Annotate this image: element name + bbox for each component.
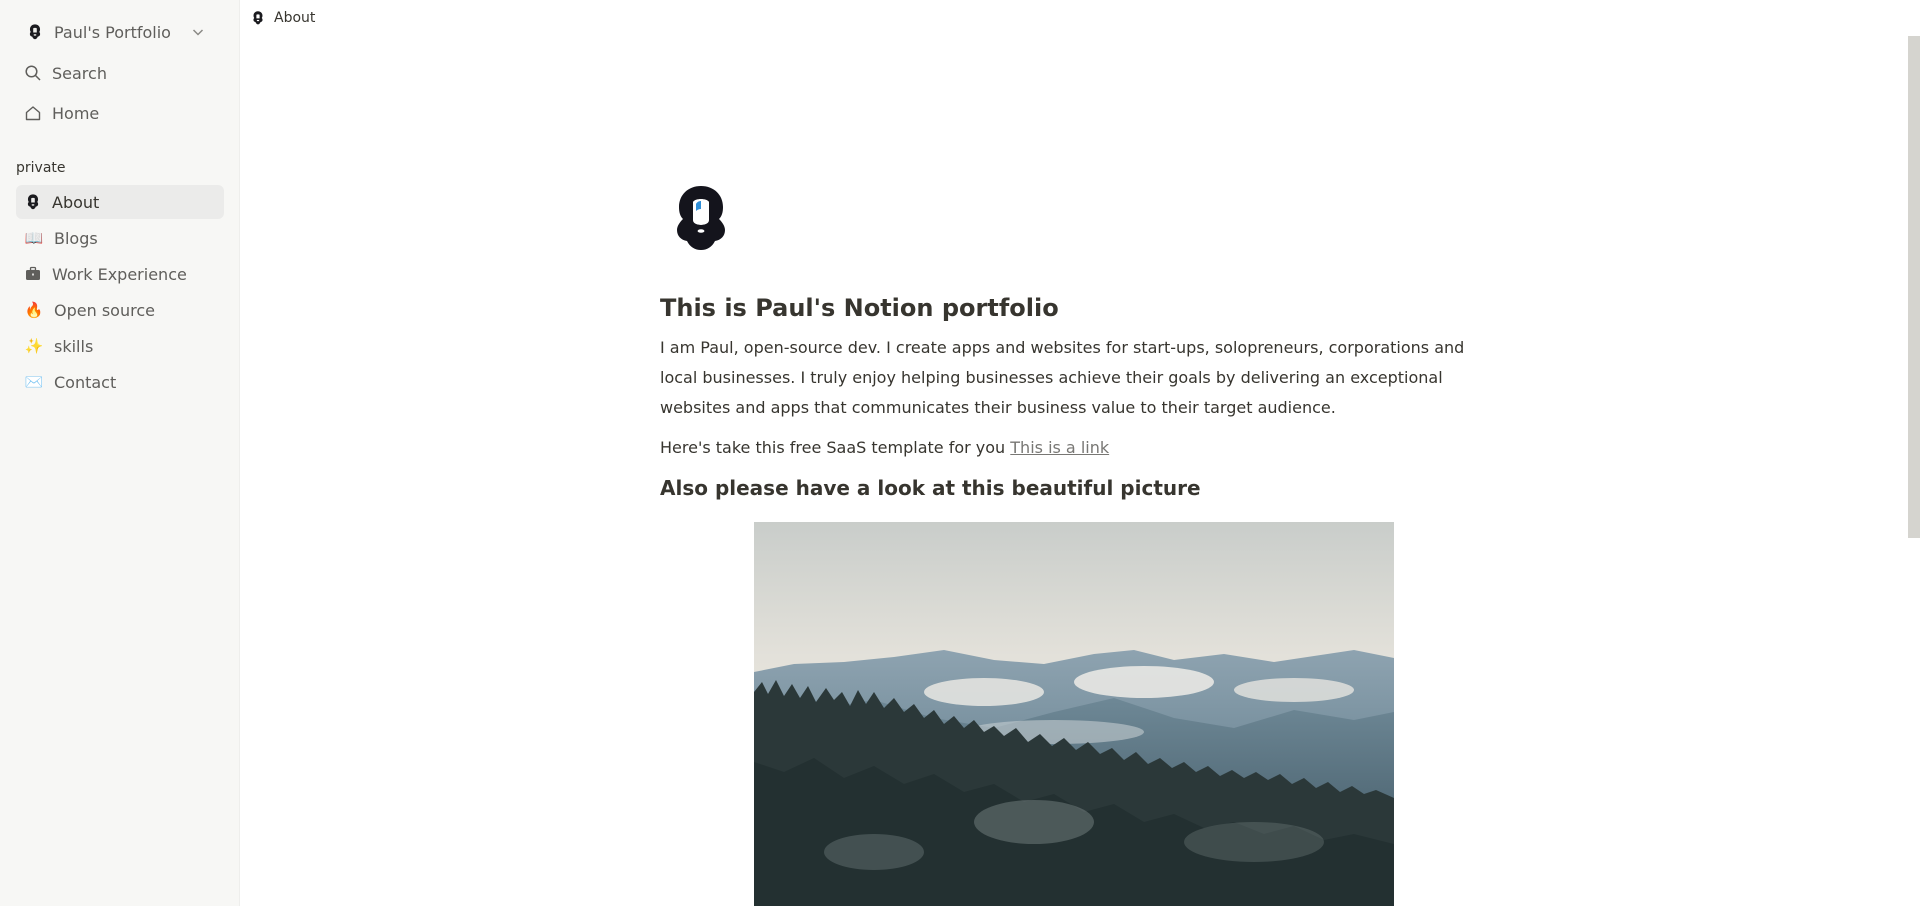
sidebar-item-label: Contact xyxy=(54,372,117,392)
scrollbar-thumb[interactable] xyxy=(1908,36,1920,538)
search-icon xyxy=(25,65,41,81)
avatar-icon xyxy=(253,11,263,25)
sidebar-item-label: About xyxy=(52,192,100,212)
sidebar-home[interactable]: Home xyxy=(16,97,224,129)
mountain-photo xyxy=(754,522,1394,906)
search-label: Search xyxy=(52,63,107,83)
template-link[interactable]: This is a link xyxy=(1010,438,1109,457)
sidebar-item-label: Blogs xyxy=(54,228,98,248)
home-icon xyxy=(25,106,41,121)
sidebar-item-label: Open source xyxy=(54,300,155,320)
avatar-icon xyxy=(677,186,725,250)
sidebar-item-open-source[interactable]: 🔥 Open source xyxy=(16,293,224,327)
intro-paragraph: I am Paul, open-source dev. I create app… xyxy=(660,338,1465,417)
chevron-down-icon xyxy=(192,29,203,36)
briefcase-icon xyxy=(26,266,40,280)
section-heading: Also please have a look at this beautifu… xyxy=(660,476,1201,500)
sidebar-item-label: Work Experience xyxy=(52,264,187,284)
section-label-private: private xyxy=(16,160,66,176)
sidebar-item-label: skills xyxy=(54,336,94,356)
template-paragraph: Here's take this free SaaS template for … xyxy=(660,433,1109,463)
workspace-name: Paul's Portfolio xyxy=(54,22,171,42)
workspace-switcher[interactable]: Paul's Portfolio xyxy=(16,16,224,48)
sidebar-item-skills[interactable]: ✨ skills xyxy=(16,329,224,363)
page-content: This is Paul's Notion portfolio I am Pau… xyxy=(660,0,1494,906)
book-icon: 📖 xyxy=(24,228,44,247)
envelope-icon: ✉️ xyxy=(24,372,44,391)
home-label: Home xyxy=(52,103,100,123)
breadcrumb-item-about[interactable]: About xyxy=(274,10,315,26)
fire-icon: 🔥 xyxy=(24,300,44,319)
sidebar-item-about[interactable]: About xyxy=(16,185,224,219)
sidebar-item-contact[interactable]: ✉️ Contact xyxy=(16,365,224,399)
breadcrumb: About xyxy=(240,0,315,36)
sidebar-search[interactable]: Search xyxy=(16,57,224,89)
page-title: This is Paul's Notion portfolio xyxy=(660,294,1059,322)
sidebar: Paul's Portfolio Search Home private Abo… xyxy=(0,0,240,906)
avatar-icon xyxy=(29,24,41,40)
template-text: Here's take this free SaaS template for … xyxy=(660,438,1011,457)
avatar-icon xyxy=(27,194,39,210)
sidebar-item-work-experience[interactable]: Work Experience xyxy=(16,257,224,291)
mountain-landscape-image xyxy=(754,522,1394,906)
scrollbar-track[interactable] xyxy=(1908,0,1920,906)
sidebar-item-blogs[interactable]: 📖 Blogs xyxy=(16,221,224,255)
sparkles-icon: ✨ xyxy=(24,336,44,355)
